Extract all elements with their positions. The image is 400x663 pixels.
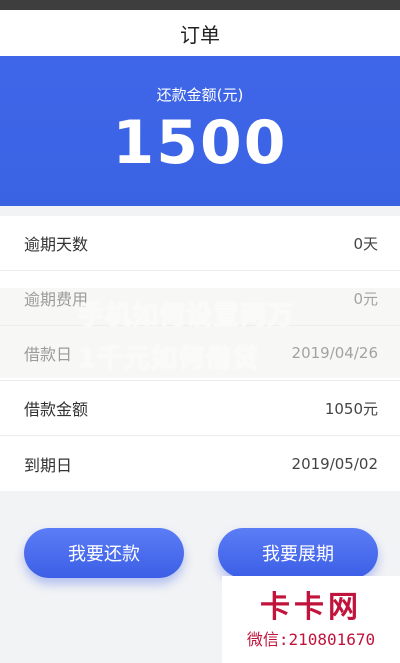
corner-watermark-badge: 卡卡网 微信:210801670 xyxy=(222,576,400,663)
detail-value: 2019/04/26 xyxy=(291,344,378,362)
detail-label: 到期日 xyxy=(24,455,73,475)
status-bar xyxy=(0,0,400,10)
watermark-contact: 微信:210801670 xyxy=(246,630,376,649)
extend-button[interactable]: 我要展期 xyxy=(218,528,378,578)
detail-row-loan-amount: 借款金额 1050元 xyxy=(0,381,400,436)
detail-label: 逾期天数 xyxy=(24,235,89,254)
detail-label: 借款日 xyxy=(24,345,73,364)
repayment-amount-label: 还款金额(元) xyxy=(156,86,244,104)
detail-row-due-date: 到期日 2019/05/02 xyxy=(0,436,400,491)
detail-value: 1050元 xyxy=(324,399,378,418)
repayment-summary-banner: 还款金额(元) 1500 xyxy=(0,56,400,206)
page-title: 订单 xyxy=(180,22,220,47)
watermark-text: 1千元如何借贷 xyxy=(78,344,260,374)
repay-button[interactable]: 我要还款 xyxy=(24,528,184,578)
watermark-text: 手机如何设置两万 xyxy=(78,301,295,331)
detail-row-overdue-days: 逾期天数 0天 xyxy=(0,216,400,271)
watermark-brand: 卡卡网 xyxy=(260,590,362,625)
detail-label: 借款金额 xyxy=(24,400,89,419)
detail-value: 0元 xyxy=(353,289,378,308)
repayment-amount-value: 1500 xyxy=(112,108,288,178)
detail-value: 0天 xyxy=(353,234,378,253)
detail-value: 2019/05/02 xyxy=(291,454,378,473)
nav-bar: 订单 xyxy=(0,10,400,56)
